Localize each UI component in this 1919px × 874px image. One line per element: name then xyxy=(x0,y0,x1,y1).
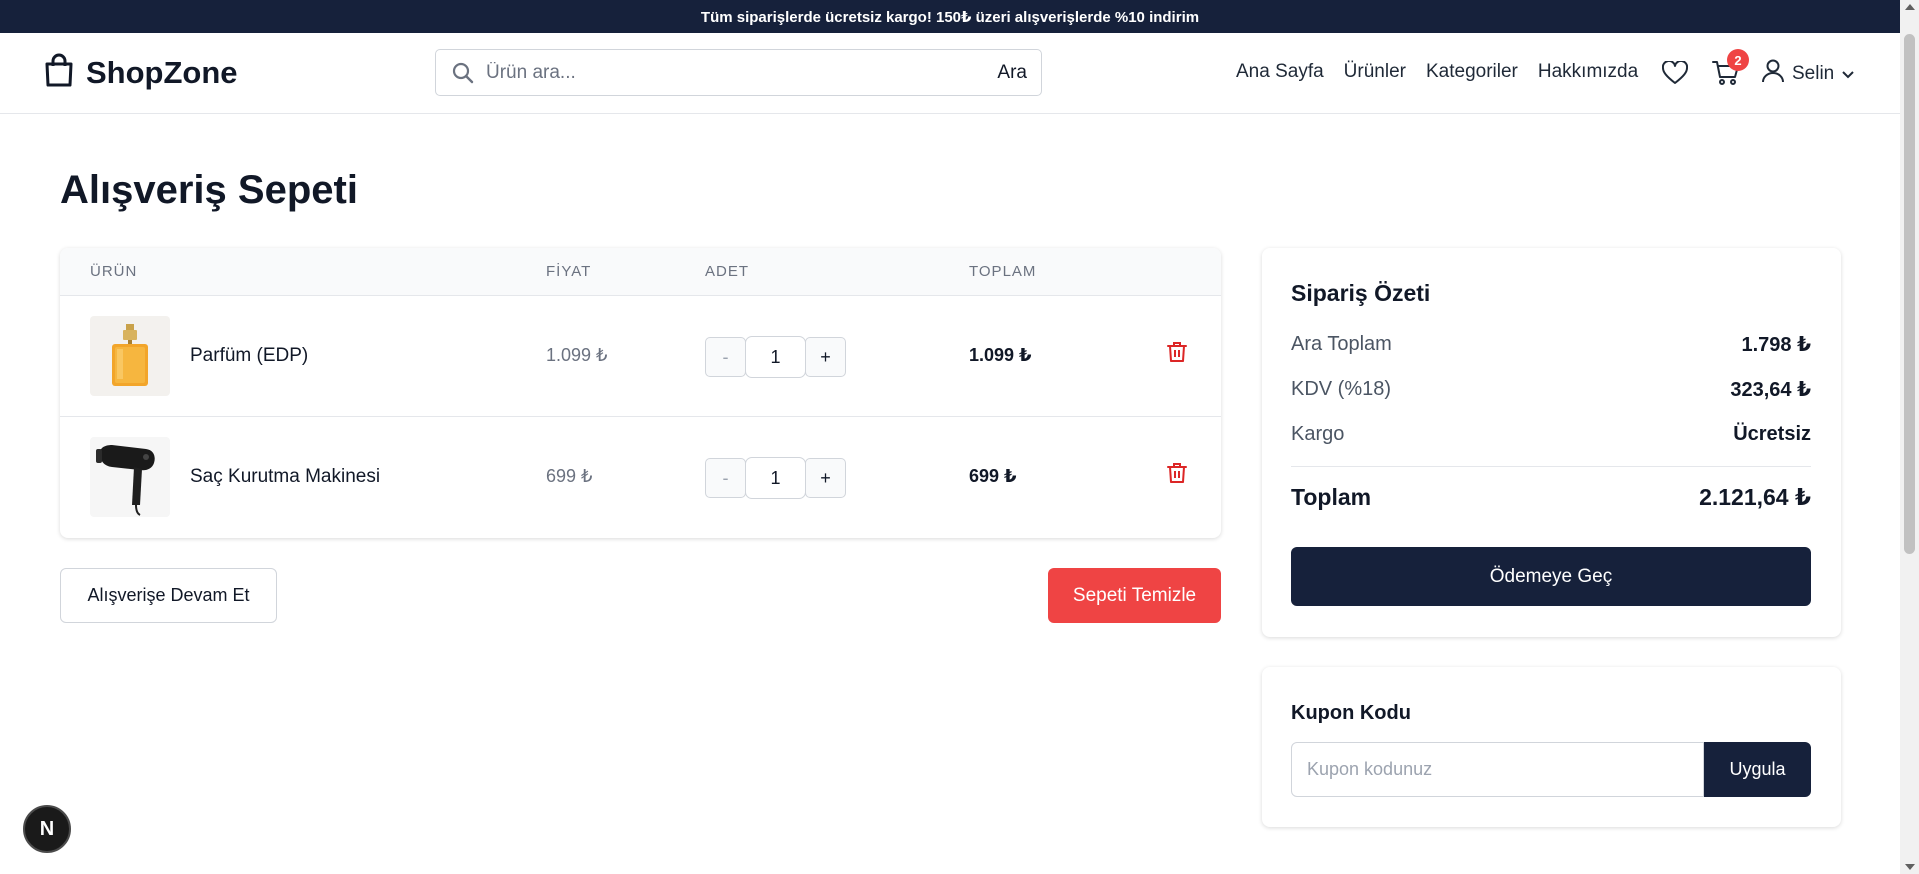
product-total: 1.099 ₺ xyxy=(969,345,1032,365)
checkout-button[interactable]: Ödemeye Geç xyxy=(1291,547,1811,606)
continue-shopping-button[interactable]: Alışverişe Devam Et xyxy=(60,568,277,623)
product-image-hair-dryer[interactable] xyxy=(90,437,170,517)
product-price: 1.099 ₺ xyxy=(546,345,608,365)
product-total: 699 ₺ xyxy=(969,466,1017,486)
shopping-bag-icon xyxy=(44,53,74,92)
product-name[interactable]: Saç Kurutma Makinesi xyxy=(190,466,380,488)
product-image-perfume[interactable] xyxy=(90,316,170,396)
user-menu[interactable]: Selin xyxy=(1762,59,1854,89)
col-product: ÜRÜN xyxy=(90,263,138,280)
promo-banner: Tüm siparişlerde ücretsiz kargo! 150₺ üz… xyxy=(0,0,1900,33)
qty-decrease-button[interactable]: - xyxy=(705,458,746,498)
logo[interactable]: ShopZone xyxy=(44,53,238,92)
tax-value: 323,64 ₺ xyxy=(1730,378,1811,401)
nav-about[interactable]: Hakkımızda xyxy=(1538,61,1638,83)
order-summary: Sipariş Özeti Ara Toplam 1.798 ₺ KDV (%1… xyxy=(1262,248,1841,637)
qty-input[interactable] xyxy=(745,457,806,499)
cart-table: ÜRÜN FİYAT ADET TOPLAM Parfüm (EDP) 1.09… xyxy=(60,248,1221,538)
nav-products[interactable]: Ürünler xyxy=(1344,61,1406,83)
subtotal-label: Ara Toplam xyxy=(1291,332,1392,355)
cart-count-badge: 2 xyxy=(1727,49,1749,71)
user-icon xyxy=(1762,59,1784,89)
summary-total-row: Toplam 2.121,64 ₺ xyxy=(1291,484,1811,511)
scroll-thumb[interactable] xyxy=(1904,34,1915,554)
heart-icon[interactable] xyxy=(1661,59,1689,90)
page-scrollbar[interactable] xyxy=(1900,0,1919,874)
col-price: FİYAT xyxy=(546,263,592,280)
chevron-down-icon xyxy=(1842,63,1854,85)
trash-icon[interactable] xyxy=(1167,462,1187,489)
qty-input[interactable] xyxy=(745,336,806,378)
product-price: 699 ₺ xyxy=(546,466,593,486)
col-total: TOPLAM xyxy=(969,263,1037,280)
qty-increase-button[interactable]: + xyxy=(805,337,846,377)
clear-cart-button[interactable]: Sepeti Temizle xyxy=(1048,568,1221,623)
shipping-value: Ücretsiz xyxy=(1733,422,1811,445)
search-bar: Ara xyxy=(435,49,1042,96)
logo-text: ShopZone xyxy=(86,54,238,90)
summary-divider xyxy=(1291,466,1811,467)
page-title: Alışveriş Sepeti xyxy=(60,168,358,212)
main-nav: Ana Sayfa Ürünler Kategoriler Hakkımızda xyxy=(1236,61,1638,83)
scroll-up-arrow[interactable] xyxy=(1905,4,1915,10)
qty-increase-button[interactable]: + xyxy=(805,458,846,498)
product-name[interactable]: Parfüm (EDP) xyxy=(190,345,308,367)
site-header: ShopZone Ara Ana Sayfa Ürünler Kategoril… xyxy=(0,33,1900,114)
dev-tools-badge[interactable]: N xyxy=(23,805,71,853)
summary-tax-row: KDV (%18) 323,64 ₺ xyxy=(1291,375,1811,403)
nav-categories[interactable]: Kategoriler xyxy=(1426,61,1518,83)
trash-icon[interactable] xyxy=(1167,341,1187,368)
cart-table-header: ÜRÜN FİYAT ADET TOPLAM xyxy=(60,248,1221,296)
tax-label: KDV (%18) xyxy=(1291,377,1392,400)
qty-decrease-button[interactable]: - xyxy=(705,337,746,377)
search-icon xyxy=(452,62,474,89)
coupon-input[interactable] xyxy=(1291,742,1704,797)
total-label: Toplam xyxy=(1291,484,1372,510)
scroll-down-arrow[interactable] xyxy=(1905,864,1915,870)
cart-row: Saç Kurutma Makinesi 699 ₺ - + 699 ₺ xyxy=(60,417,1221,538)
search-button[interactable]: Ara xyxy=(997,62,1027,84)
promo-text: Tüm siparişlerde ücretsiz kargo! 150₺ üz… xyxy=(700,8,1200,26)
summary-shipping-row: Kargo Ücretsiz xyxy=(1291,420,1811,448)
subtotal-value: 1.798 ₺ xyxy=(1741,333,1811,356)
summary-title: Sipariş Özeti xyxy=(1291,280,1431,306)
total-value: 2.121,64 ₺ xyxy=(1699,484,1811,510)
coupon-title: Kupon Kodu xyxy=(1291,702,1411,724)
apply-coupon-button[interactable]: Uygula xyxy=(1704,742,1811,797)
summary-subtotal-row: Ara Toplam 1.798 ₺ xyxy=(1291,330,1811,358)
nav-home[interactable]: Ana Sayfa xyxy=(1236,61,1324,83)
shipping-label: Kargo xyxy=(1291,422,1345,445)
search-input[interactable] xyxy=(486,58,926,88)
cart-row: Parfüm (EDP) 1.099 ₺ - + 1.099 ₺ xyxy=(60,296,1221,417)
col-qty: ADET xyxy=(705,263,750,280)
coupon-card: Kupon Kodu Uygula xyxy=(1262,667,1841,827)
user-name: Selin xyxy=(1792,63,1835,84)
